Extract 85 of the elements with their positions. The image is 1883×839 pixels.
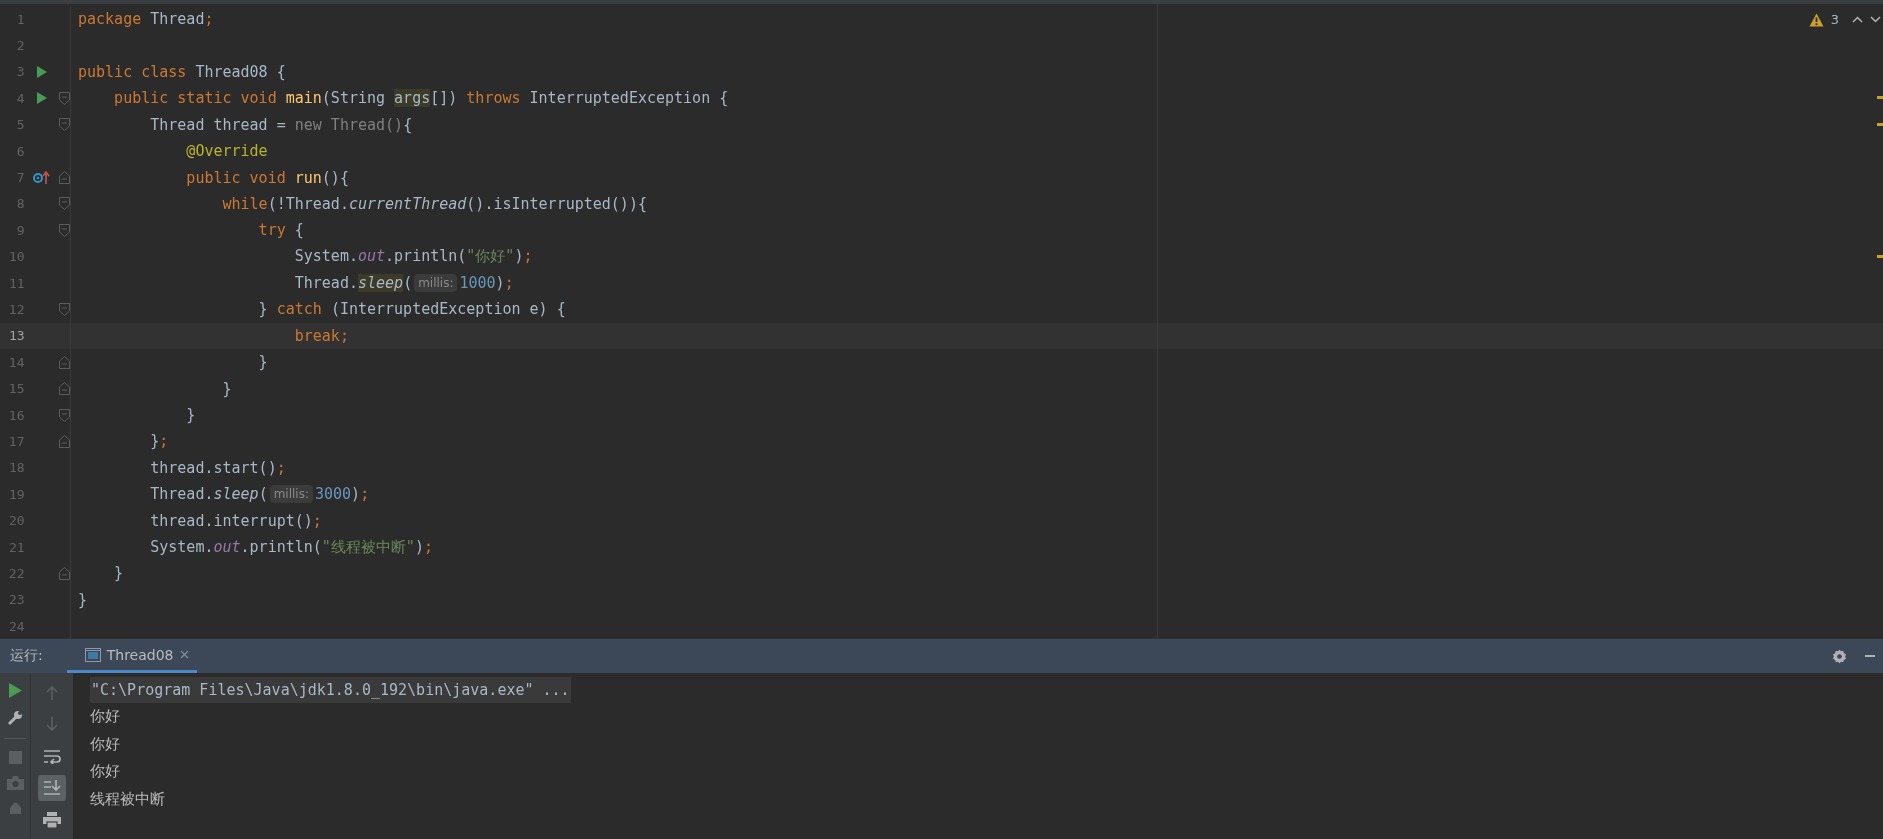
fold-icon[interactable] xyxy=(59,434,70,448)
line-number: 7 xyxy=(15,170,25,186)
close-icon[interactable] xyxy=(179,650,189,659)
line-number: 12 xyxy=(7,302,25,317)
code-text: System.out.println("你好"); xyxy=(293,247,533,267)
line-number: 22 xyxy=(7,565,25,581)
fold-icon[interactable] xyxy=(59,355,70,369)
override-icon[interactable] xyxy=(32,170,51,185)
settings-icon[interactable] xyxy=(1832,648,1847,664)
line-number: 2 xyxy=(15,38,25,54)
code-text: } xyxy=(221,379,232,398)
chevron-down-icon[interactable] xyxy=(1870,16,1881,23)
code-text: Thread.sleep( xyxy=(149,485,268,504)
chevron-up-icon[interactable] xyxy=(1852,16,1863,23)
code-text: @Override xyxy=(185,142,268,161)
run-icon[interactable] xyxy=(8,683,22,698)
code-text: while(!Thread.currentThread().isInterrupted()){ xyxy=(221,194,647,213)
fold-icon[interactable] xyxy=(59,408,70,422)
line-number: 10 xyxy=(7,249,25,265)
line-number: 21 xyxy=(7,539,25,555)
line-number: 17 xyxy=(7,433,25,449)
code-text: thread.interrupt(); xyxy=(149,511,322,530)
warning-stripe[interactable] xyxy=(1877,122,1883,126)
line-number: 9 xyxy=(15,222,25,238)
panel-label: 运行: xyxy=(10,647,43,665)
code-text: } xyxy=(185,406,196,425)
run-icon[interactable] xyxy=(36,92,47,105)
console-line: 你好 xyxy=(90,733,120,755)
fold-icon[interactable] xyxy=(59,382,70,396)
code-text: public static void main(String args[]) throws InterruptedException { xyxy=(113,89,729,108)
code-text: 3000); xyxy=(315,485,370,504)
inlay-hint: millis: xyxy=(414,274,458,293)
scroll-to-end-icon[interactable] xyxy=(43,780,61,796)
fold-icon[interactable] xyxy=(59,223,70,237)
fold-icon[interactable] xyxy=(59,118,70,132)
line-number: 24 xyxy=(7,618,25,634)
run-tab[interactable]: Thread08 xyxy=(66,639,197,673)
soft-wrap-icon[interactable] xyxy=(43,748,61,764)
line-number: 8 xyxy=(15,196,25,212)
fold-icon[interactable] xyxy=(59,91,70,105)
code-text: Thread.sleep( xyxy=(293,274,413,293)
wrench-icon[interactable] xyxy=(7,710,23,726)
line-number: 11 xyxy=(7,275,25,291)
code-text: }; xyxy=(149,432,169,451)
code-text: break; xyxy=(293,326,349,345)
line-number: 23 xyxy=(7,592,25,608)
inlay-hint: millis: xyxy=(269,485,313,504)
code-text: public class Thread08 { xyxy=(78,62,286,81)
window-icon xyxy=(84,647,101,662)
fold-icon[interactable] xyxy=(59,197,70,211)
line-number: 16 xyxy=(7,407,25,423)
line-number: 1 xyxy=(15,11,25,27)
code-text: try { xyxy=(257,221,304,240)
print-icon[interactable] xyxy=(43,812,61,828)
console-line: 你好 xyxy=(90,706,120,727)
line-number: 20 xyxy=(7,513,25,529)
console-line: 你好 xyxy=(90,761,120,782)
warning-stripe[interactable] xyxy=(1877,254,1883,258)
warning-icon[interactable] xyxy=(1808,12,1824,27)
code-text: 1000); xyxy=(459,274,514,293)
code-text: System.out.println("线程被中断"); xyxy=(149,537,433,557)
warning-stripe[interactable] xyxy=(1877,96,1883,100)
line-number: 3 xyxy=(15,64,25,80)
line-number: 13 xyxy=(7,328,25,344)
code-text: package Thread; xyxy=(78,10,214,29)
run-icon[interactable] xyxy=(36,65,47,78)
line-number: 19 xyxy=(7,486,25,502)
fold-icon[interactable] xyxy=(59,303,70,316)
line-number: 18 xyxy=(7,460,25,476)
code-text: public void run(){ xyxy=(185,168,349,187)
line-number: 14 xyxy=(7,354,25,370)
fold-icon[interactable] xyxy=(59,566,70,580)
line-number: 5 xyxy=(15,117,25,133)
code-text: } xyxy=(78,590,88,609)
code-text: } xyxy=(257,353,268,372)
line-number: 4 xyxy=(15,90,25,106)
code-text: } xyxy=(113,564,124,583)
line-number: 15 xyxy=(7,381,25,397)
code-text: Thread thread = new Thread(){ xyxy=(149,115,413,134)
warning-count[interactable]: 3 xyxy=(1830,12,1839,27)
code-text: thread.start(); xyxy=(149,458,286,477)
line-number: 6 xyxy=(15,143,25,159)
fold-icon[interactable] xyxy=(59,171,70,185)
code-text: } catch (InterruptedException e) { xyxy=(257,300,566,319)
console-line: 线程被中断 xyxy=(90,788,165,810)
